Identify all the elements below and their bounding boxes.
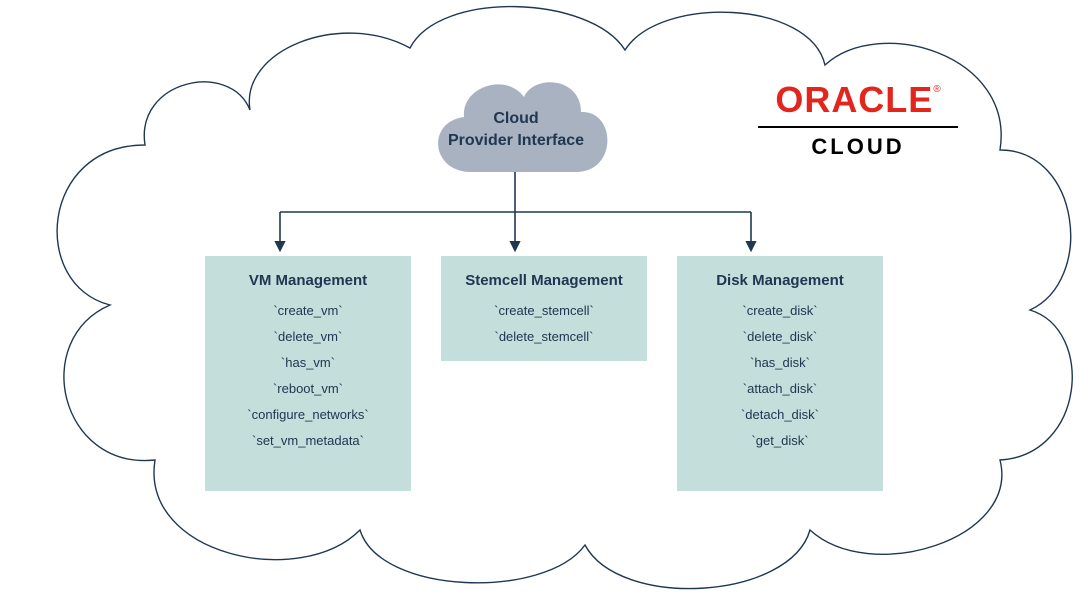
cpi-cloud-label: Cloud Provider Interface: [416, 108, 616, 151]
list-item: `configure_networks`: [215, 407, 401, 422]
disk-box-items: `create_disk` `delete_disk` `has_disk` `…: [687, 303, 873, 448]
list-item: `delete_vm`: [215, 329, 401, 344]
stemcell-box-items: `create_stemcell` `delete_stemcell`: [451, 303, 637, 344]
list-item: `set_vm_metadata`: [215, 433, 401, 448]
stemcell-management-box: Stemcell Management `create_stemcell` `d…: [441, 256, 647, 361]
list-item: `reboot_vm`: [215, 381, 401, 396]
vm-box-title: VM Management: [215, 272, 401, 289]
list-item: `create_vm`: [215, 303, 401, 318]
list-item: `create_disk`: [687, 303, 873, 318]
disk-box-title: Disk Management: [687, 272, 873, 289]
list-item: `detach_disk`: [687, 407, 873, 422]
registered-mark: ®: [933, 84, 940, 95]
list-item: `create_stemcell`: [451, 303, 637, 318]
logo-divider: [758, 126, 958, 128]
stemcell-box-title: Stemcell Management: [451, 272, 637, 289]
list-item: `attach_disk`: [687, 381, 873, 396]
vm-management-box: VM Management `create_vm` `delete_vm` `h…: [205, 256, 411, 491]
list-item: `has_vm`: [215, 355, 401, 370]
management-boxes-row: VM Management `create_vm` `delete_vm` `h…: [0, 256, 1088, 491]
disk-management-box: Disk Management `create_disk` `delete_di…: [677, 256, 883, 491]
list-item: `get_disk`: [687, 433, 873, 448]
list-item: `delete_disk`: [687, 329, 873, 344]
list-item: `delete_stemcell`: [451, 329, 637, 344]
cloud-wordmark: CLOUD: [748, 134, 968, 160]
list-item: `has_disk`: [687, 355, 873, 370]
vm-box-items: `create_vm` `delete_vm` `has_vm` `reboot…: [215, 303, 401, 448]
cpi-label-line1: Cloud: [416, 108, 616, 130]
cpi-label-line2: Provider Interface: [416, 130, 616, 152]
oracle-cloud-logo: ORACLE® CLOUD: [748, 82, 968, 160]
oracle-wordmark: ORACLE: [775, 82, 933, 118]
